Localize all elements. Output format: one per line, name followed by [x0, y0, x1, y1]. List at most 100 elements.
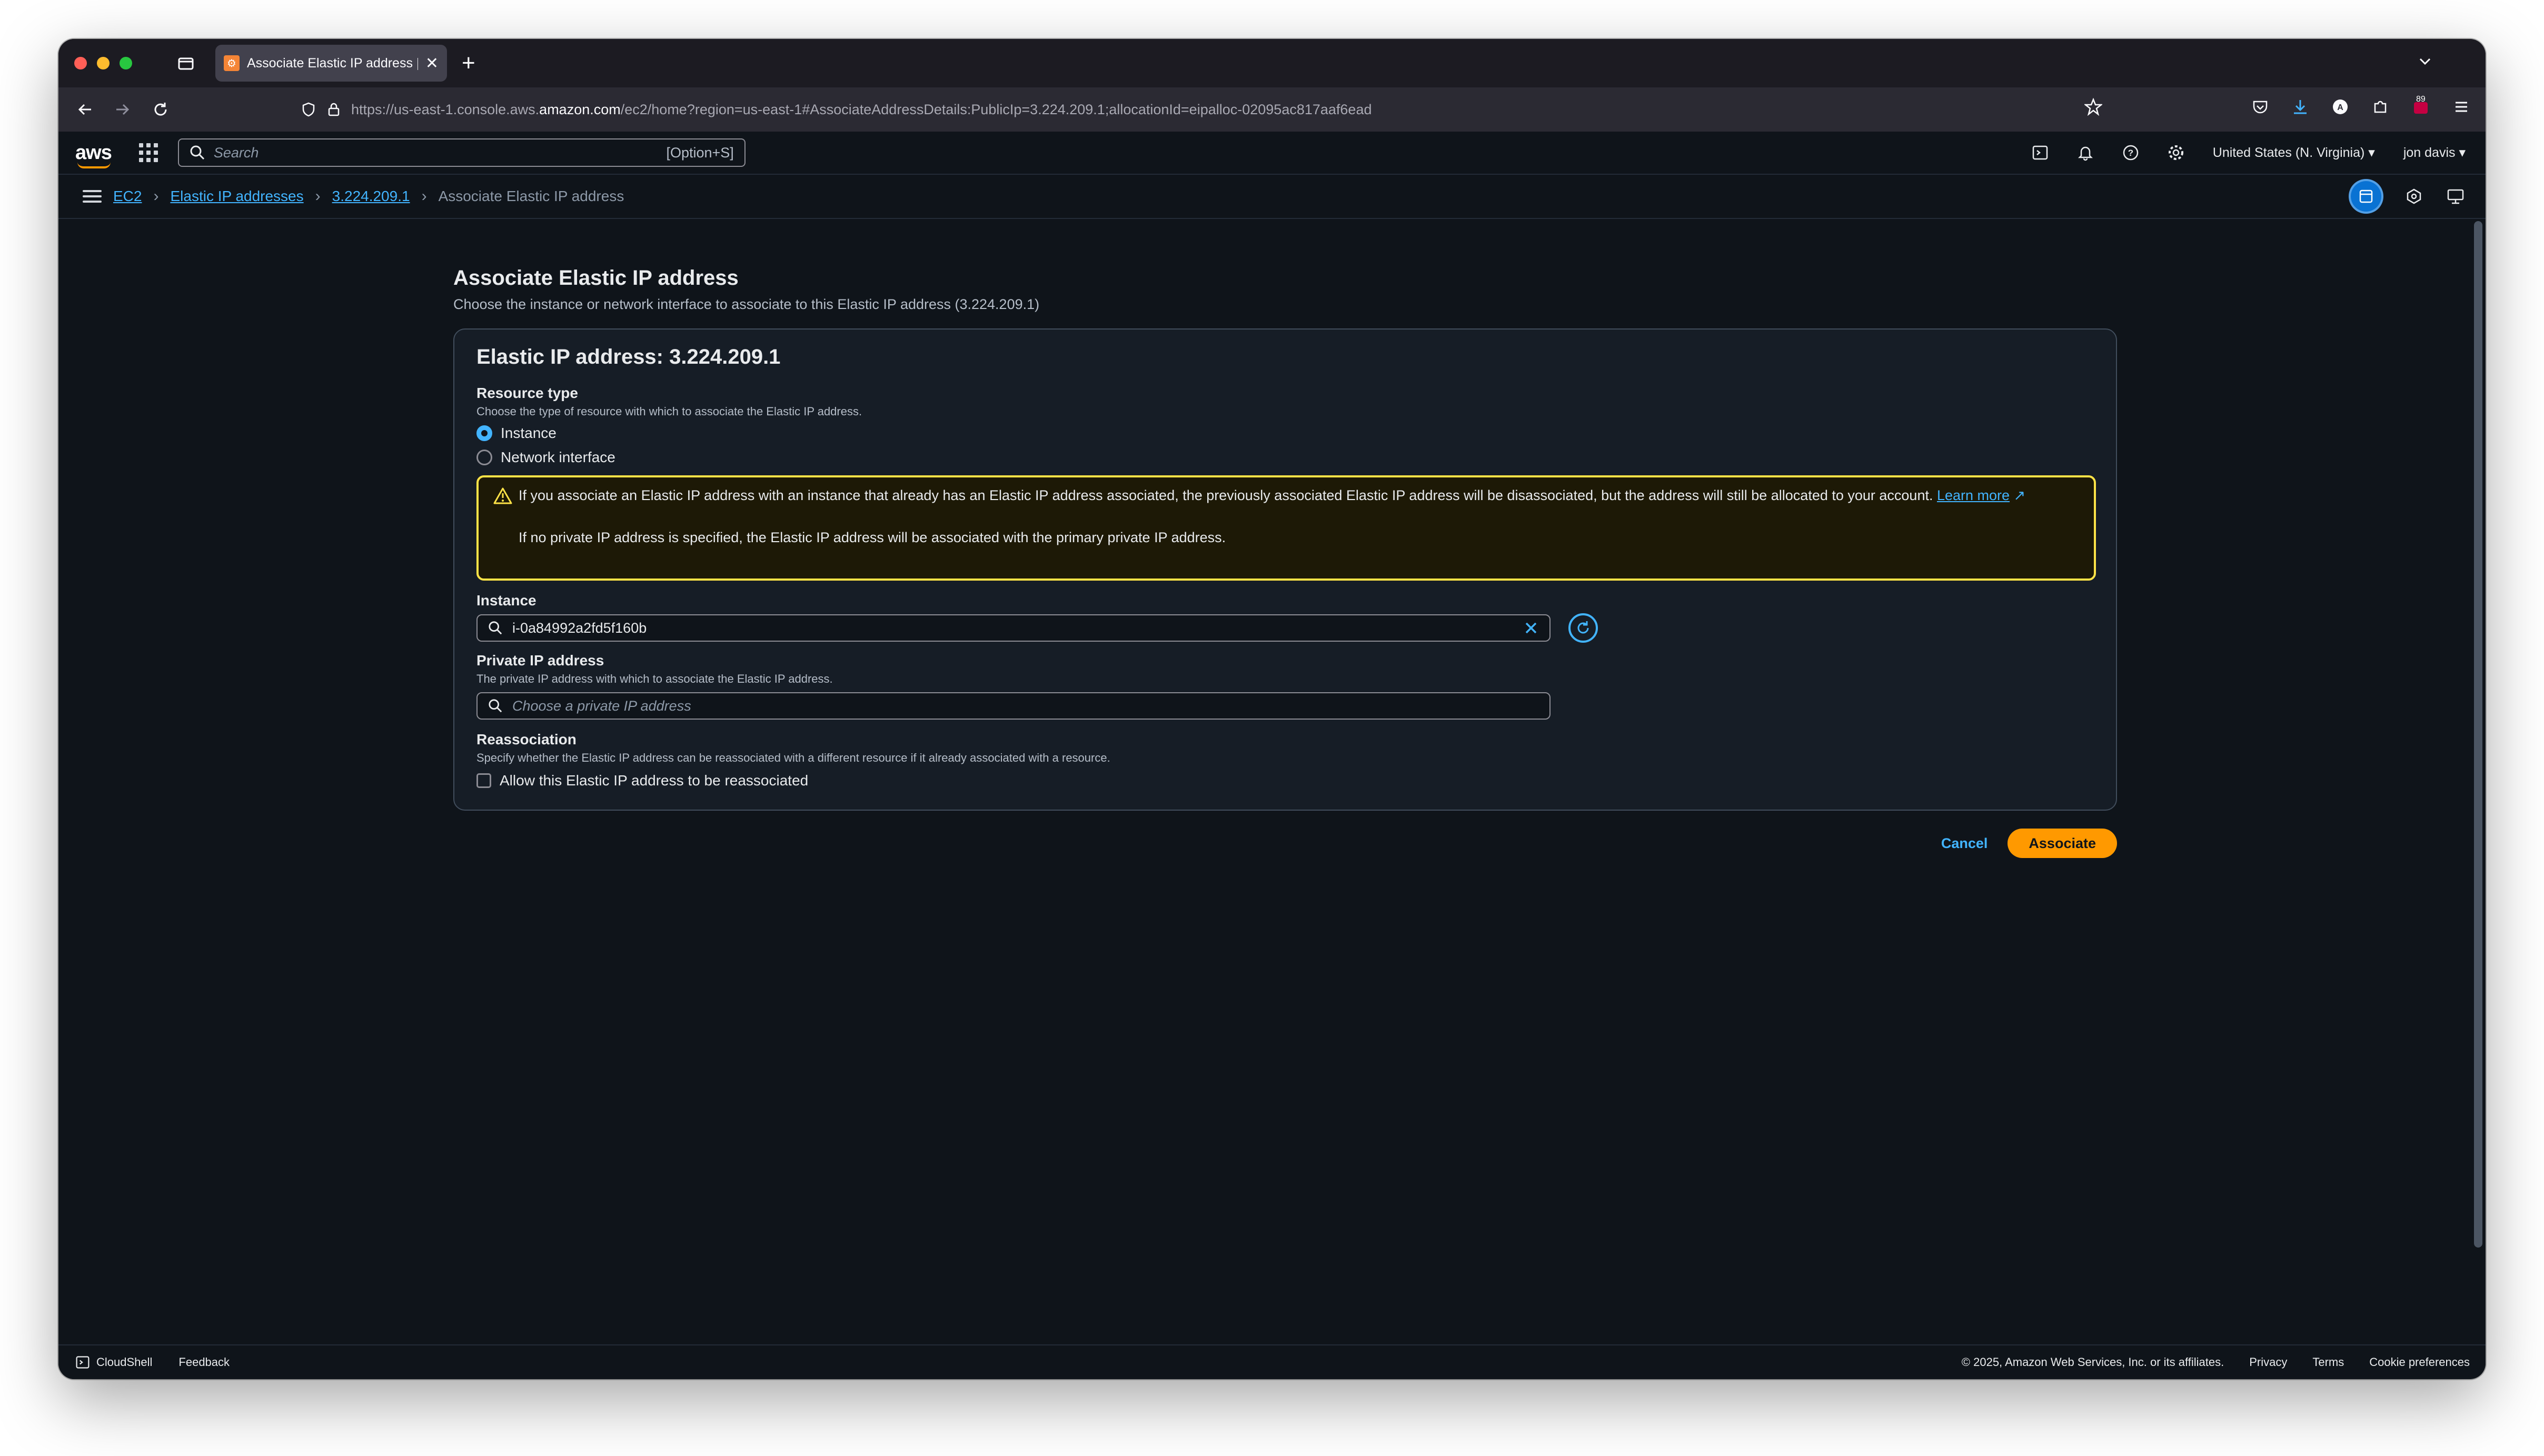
instance-value: i-0a84992a2fd5f160b [512, 620, 647, 636]
forward-icon[interactable] [112, 99, 133, 120]
breadcrumb-link-ip[interactable]: 3.224.209.1 [332, 188, 410, 205]
settings-gear-icon[interactable] [2168, 144, 2184, 161]
reload-icon[interactable] [150, 99, 171, 120]
resource-type-field: Resource type Choose the type of resourc… [476, 385, 2094, 466]
browser-nav-bar: https://us-east-1.console.aws.amazon.com… [58, 87, 2486, 132]
privacy-link[interactable]: Privacy [2249, 1355, 2287, 1369]
cancel-button[interactable]: Cancel [1941, 835, 1988, 852]
refresh-instances-button[interactable] [1568, 613, 1598, 643]
private-ip-field: Private IP address The private IP addres… [476, 652, 2094, 720]
learn-more-link[interactable]: Learn more [1937, 487, 2010, 503]
breadcrumb-separator-icon: › [315, 187, 321, 205]
extension-badge-icon[interactable]: 89 [2412, 95, 2430, 116]
side-navigation-menu-icon[interactable] [83, 187, 102, 206]
maximize-window-button[interactable] [120, 57, 132, 69]
radio-network-interface[interactable]: Network interface [476, 449, 2094, 466]
private-ip-search-input[interactable]: Choose a private IP address [476, 692, 1551, 720]
info-panel-toggle-icon[interactable] [2351, 181, 2381, 212]
breadcrumb-separator-icon: › [153, 187, 159, 205]
instance-search-input[interactable]: i-0a84992a2fd5f160b [476, 614, 1551, 642]
private-ip-placeholder: Choose a private IP address [512, 697, 691, 714]
refresh-icon [1577, 621, 1589, 634]
lock-icon[interactable] [326, 102, 342, 117]
reassociation-checkbox-label[interactable]: Allow this Elastic IP address to be reas… [500, 772, 808, 789]
search-icon [489, 621, 502, 635]
private-ip-description: The private IP address with which to ass… [476, 672, 833, 685]
extension-badge-count: 89 [2416, 95, 2426, 104]
region-selector[interactable]: United States (N. Virginia) ▾ [2213, 145, 2375, 161]
breadcrumb-bar: EC2 › Elastic IP addresses › 3.224.209.1… [58, 175, 2486, 219]
page-description: Choose the instance or network interface… [453, 296, 1040, 312]
instance-label: Instance [476, 592, 536, 609]
reassociation-checkbox-row[interactable]: Allow this Elastic IP address to be reas… [476, 772, 2094, 789]
terms-link[interactable]: Terms [2312, 1355, 2344, 1369]
radio-instance-label[interactable]: Instance [501, 425, 556, 442]
tab-close-icon[interactable]: ✕ [425, 54, 439, 73]
pocket-icon[interactable] [2252, 98, 2269, 115]
radio-instance[interactable]: Instance [476, 425, 2094, 442]
cloudshell-label: CloudShell [96, 1355, 153, 1369]
browser-tab-bar: ⚙ Associate Elastic IP address | EC ✕ + [58, 39, 2486, 87]
shield-icon[interactable] [301, 102, 316, 117]
download-icon[interactable] [2292, 98, 2309, 115]
notifications-bell-icon[interactable] [2077, 144, 2094, 161]
url-text: https://us-east-1.console.aws.amazon.com… [351, 101, 1372, 117]
page-scrollbar[interactable] [2474, 221, 2482, 1248]
breadcrumb-link-elastic-ip-addresses[interactable]: Elastic IP addresses [170, 188, 303, 205]
search-icon [489, 699, 502, 713]
minimize-window-button[interactable] [97, 57, 110, 69]
cloudshell-icon[interactable] [2032, 144, 2049, 161]
radio-selected-icon[interactable] [476, 425, 492, 441]
menu-icon[interactable] [2453, 98, 2470, 115]
reassociation-label: Reassociation [476, 731, 577, 747]
panel-toggles [2351, 181, 2464, 212]
resource-type-description: Choose the type of resource with which t… [476, 405, 862, 418]
tab-manager-icon[interactable] [175, 53, 196, 74]
address-bar[interactable]: https://us-east-1.console.aws.amazon.com… [301, 98, 1372, 121]
extensions-icon[interactable] [2372, 98, 2389, 115]
aws-nav-utilities: ? United States (N. Virginia) ▾ jon davi… [2032, 144, 2466, 161]
cloudshell-button[interactable]: CloudShell [75, 1355, 152, 1370]
breadcrumb-current: Associate Elastic IP address [438, 188, 624, 204]
search-input[interactable]: Search [Option+S] [177, 138, 746, 167]
warning-triangle-icon [493, 487, 512, 504]
main-content: Associate Elastic IP address Choose the … [453, 219, 2122, 858]
form-actions: Cancel Associate [453, 829, 2117, 858]
associate-button[interactable]: Associate [2008, 829, 2117, 858]
search-shortcut: [Option+S] [666, 144, 734, 161]
radio-network-interface-label[interactable]: Network interface [501, 449, 615, 466]
svg-text:A: A [2337, 103, 2343, 112]
help-icon[interactable]: ? [2122, 144, 2139, 161]
feedback-panel-icon[interactable] [2447, 188, 2464, 205]
radio-unselected-icon[interactable] [476, 450, 492, 465]
tab-title: Associate Elastic IP address | EC [247, 55, 418, 71]
new-tab-button[interactable]: + [462, 50, 475, 76]
alert-text: If you associate an Elastic IP address w… [519, 487, 2026, 503]
bookmark-star-icon[interactable] [2084, 98, 2102, 116]
close-window-button[interactable] [74, 57, 87, 69]
list-all-tabs-icon[interactable] [2417, 54, 2433, 69]
container-title: Elastic IP address: 3.224.209.1 [476, 345, 781, 368]
cookie-preferences-link[interactable]: Cookie preferences [2369, 1355, 2470, 1369]
breadcrumb-link-ec2[interactable]: EC2 [113, 188, 142, 205]
security-insights-icon[interactable] [2406, 188, 2422, 205]
search-icon [190, 145, 204, 160]
browser-tab-active[interactable]: ⚙ Associate Elastic IP address | EC ✕ [215, 45, 447, 82]
warning-alert: If you associate an Elastic IP address w… [476, 475, 2096, 581]
services-grid-icon[interactable] [138, 143, 158, 162]
associate-form-container: Elastic IP address: 3.224.209.1 Resource… [453, 328, 2117, 811]
breadcrumb-separator-icon: › [421, 187, 427, 205]
reassociation-checkbox[interactable] [476, 773, 491, 788]
console-footer: CloudShell Feedback © 2025, Amazon Web S… [58, 1344, 2486, 1379]
window-controls [74, 57, 132, 69]
feedback-link[interactable]: Feedback [178, 1355, 230, 1369]
aws-logo[interactable]: aws [75, 142, 112, 168]
back-icon[interactable] [74, 99, 95, 120]
search-placeholder: Search [213, 144, 259, 161]
aws-favicon-icon: ⚙ [224, 55, 240, 71]
clear-input-icon[interactable] [1523, 620, 1539, 636]
account-menu[interactable]: jon davis ▾ [2403, 145, 2466, 161]
account-icon[interactable]: A [2332, 98, 2349, 115]
alert-text-secondary: If no private IP address is specified, t… [519, 530, 1226, 545]
reassociation-field: Reassociation Specify whether the Elasti… [476, 731, 2094, 789]
